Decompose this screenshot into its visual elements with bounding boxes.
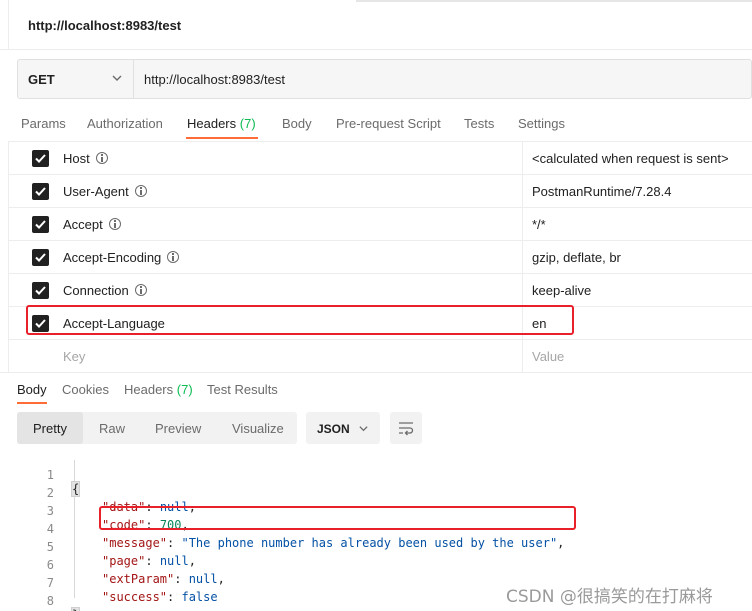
header-row: Host <calculated when request is sent> — [8, 141, 752, 175]
tab-response-body[interactable]: Body — [17, 382, 47, 397]
header-row: User-Agent PostmanRuntime/7.28.4 — [8, 174, 752, 208]
url-input[interactable]: http://localhost:8983/test — [144, 72, 285, 87]
header-key[interactable]: Connection — [63, 283, 129, 298]
tab-pre-request-script[interactable]: Pre-request Script — [336, 116, 441, 131]
request-title[interactable]: http://localhost:8983/test — [28, 18, 181, 33]
response-headers-count: (7) — [176, 382, 193, 397]
info-icon[interactable] — [108, 218, 121, 230]
header-row: Accept-Encoding gzip, deflate, br — [8, 240, 752, 274]
info-icon[interactable] — [134, 284, 147, 296]
value-placeholder[interactable]: Value — [532, 349, 564, 364]
active-tab-indicator — [186, 137, 258, 139]
tab-edge — [8, 0, 9, 50]
info-icon[interactable] — [167, 251, 180, 263]
wrap-lines-icon — [399, 422, 414, 436]
chevron-down-icon — [112, 75, 122, 81]
info-icon[interactable] — [134, 185, 147, 197]
header-checkbox[interactable] — [32, 249, 49, 266]
tab-headers[interactable]: Headers (7) — [187, 116, 256, 131]
header-key[interactable]: Accept — [63, 217, 103, 232]
tab-cookies[interactable]: Cookies — [62, 382, 109, 397]
tab-body[interactable]: Body — [282, 116, 312, 131]
headers-count: (7) — [239, 116, 256, 131]
line-number: 8 — [46, 594, 54, 608]
header-row: Accept */* — [8, 207, 752, 241]
header-key[interactable]: User-Agent — [63, 184, 129, 199]
mode-preview[interactable]: Preview — [155, 421, 201, 436]
method-select[interactable]: GET — [18, 60, 134, 98]
header-value[interactable]: PostmanRuntime/7.28.4 — [532, 184, 671, 199]
code-line: 1 { — [0, 454, 752, 497]
request-tab-bar: http://localhost:8983/test — [0, 0, 752, 50]
header-checkbox[interactable] — [32, 183, 49, 200]
tab-tests[interactable]: Tests — [464, 116, 494, 131]
tab-divider — [356, 0, 752, 2]
key-placeholder[interactable]: Key — [63, 349, 85, 364]
highlight-box-header — [26, 305, 574, 335]
header-key[interactable]: Host — [63, 151, 90, 166]
header-checkbox[interactable] — [32, 216, 49, 233]
code-line: 6 "extParam": null, — [0, 544, 752, 586]
url-bar: GET http://localhost:8983/test — [17, 59, 752, 99]
request-tabs: Params Authorization Headers (7) Body Pr… — [0, 106, 752, 140]
header-checkbox[interactable] — [32, 282, 49, 299]
active-response-tab-indicator — [17, 402, 47, 404]
format-label: JSON — [317, 422, 350, 436]
tab-response-headers[interactable]: Headers (7) — [124, 382, 193, 397]
highlight-box-message — [99, 506, 576, 530]
tab-settings[interactable]: Settings — [518, 116, 565, 131]
tab-params[interactable]: Params — [21, 116, 66, 131]
header-value[interactable]: <calculated when request is sent> — [532, 151, 729, 166]
mode-visualize[interactable]: Visualize — [232, 421, 284, 436]
wrap-lines-button[interactable] — [390, 412, 422, 444]
info-icon[interactable] — [95, 152, 108, 164]
method-label: GET — [28, 72, 55, 87]
header-checkbox[interactable] — [32, 150, 49, 167]
mode-pretty[interactable]: Pretty — [33, 421, 67, 436]
format-select[interactable]: JSON — [306, 412, 380, 444]
response-tabs: Body Cookies Headers (7) Test Results — [0, 372, 752, 404]
code-line: 2 "data": null, — [0, 472, 752, 514]
header-value[interactable]: keep-alive — [532, 283, 591, 298]
watermark: CSDN @很搞笑的在打麻将 — [506, 587, 713, 607]
header-key[interactable]: Accept-Encoding — [63, 250, 161, 265]
tab-authorization[interactable]: Authorization — [87, 116, 163, 131]
header-row: Connection keep-alive — [8, 273, 752, 307]
chevron-down-icon — [359, 426, 368, 432]
header-value[interactable]: gzip, deflate, br — [532, 250, 621, 265]
view-mode-segment: Pretty Raw Preview Visualize — [17, 412, 297, 444]
code-line: 7 "success": false — [0, 562, 752, 604]
header-row-empty: Key Value — [8, 339, 752, 373]
tab-test-results[interactable]: Test Results — [207, 382, 278, 397]
header-value[interactable]: */* — [532, 217, 546, 232]
mode-raw[interactable]: Raw — [99, 421, 125, 436]
